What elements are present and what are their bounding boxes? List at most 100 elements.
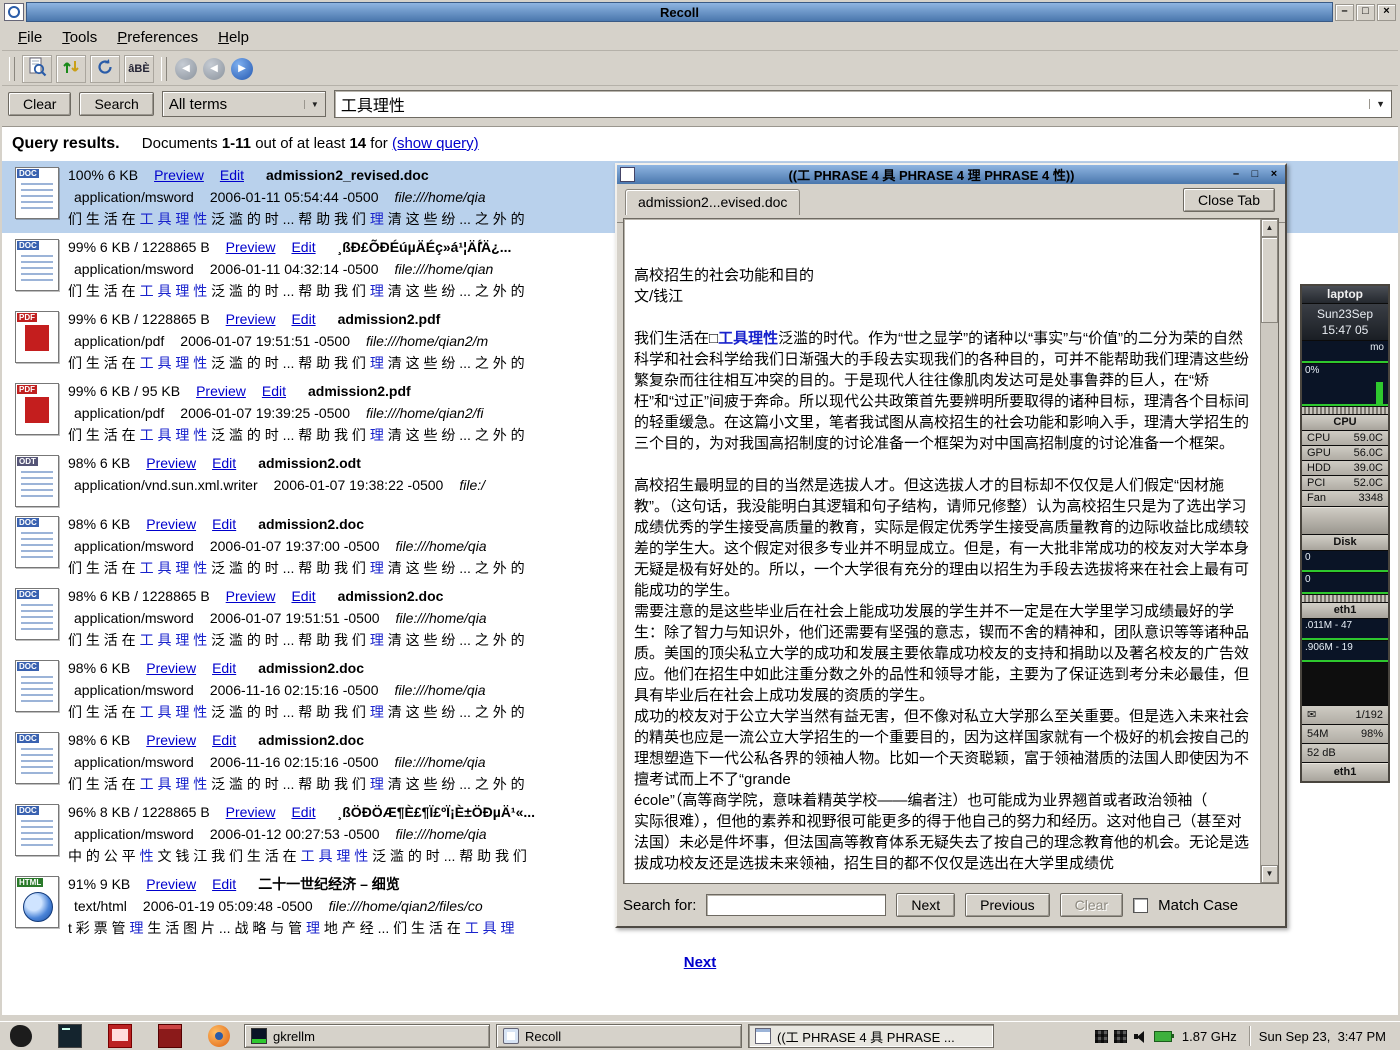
gkrellm-cpu-chart[interactable]: 0% <box>1302 364 1388 406</box>
close-tab-button[interactable]: Close Tab <box>1183 188 1275 212</box>
gkrellm-net-chart[interactable]: .906M - 19 <box>1302 641 1388 662</box>
minimize-button[interactable]: – <box>1335 4 1354 21</box>
sort-by-dates-button[interactable] <box>56 55 86 83</box>
find-previous-button[interactable]: Previous <box>965 893 1049 917</box>
search-mode-select[interactable]: All terms ▼ <box>162 91 326 117</box>
result-edit-link[interactable]: Edit <box>212 732 236 748</box>
next-page-button[interactable]: ▶ <box>230 57 254 81</box>
result-preview-link[interactable]: Preview <box>146 455 196 471</box>
maximize-button[interactable]: □ <box>1356 4 1375 21</box>
titlebar[interactable]: Recoll – □ × <box>2 2 1398 22</box>
battery-icon[interactable] <box>1154 1031 1172 1042</box>
systray-grid-icon[interactable] <box>1114 1030 1127 1043</box>
show-query-link[interactable]: (show query) <box>392 135 479 152</box>
preview-tab[interactable]: admission2...evised.doc <box>625 189 800 215</box>
result-edit-link[interactable]: Edit <box>291 588 315 604</box>
menu-item-tools[interactable]: Tools <box>52 26 107 49</box>
first-page-button[interactable]: ◀ <box>174 57 198 81</box>
gkrellm-disk-chart[interactable]: 0 <box>1302 551 1388 572</box>
find-input[interactable] <box>706 894 886 916</box>
next-page-link[interactable]: Next <box>684 954 717 971</box>
result-preview-link[interactable]: Preview <box>226 239 276 255</box>
result-preview-link[interactable]: Preview <box>146 516 196 532</box>
match-case-checkbox[interactable] <box>1133 898 1148 913</box>
result-edit-link[interactable]: Edit <box>262 383 286 399</box>
scroll-down-arrow[interactable]: ▼ <box>1261 865 1278 883</box>
gkrellm-clock[interactable]: Sun23Sep 15:47 05 <box>1302 304 1388 340</box>
preview-titlebar[interactable]: ((工 PHRASE 4 具 PHRASE 4 理 PHRASE 4 性)) –… <box>617 165 1285 184</box>
volume-icon[interactable] <box>1133 1029 1148 1044</box>
scrollbar-thumb[interactable] <box>1261 237 1278 323</box>
clear-button[interactable]: Clear <box>8 92 71 116</box>
gkrellm-proc-label: mo <box>1370 342 1384 353</box>
gkrellm-date: Sun23Sep <box>1302 306 1388 322</box>
taskbar-task-document[interactable]: ((工 PHRASE 4 具 PHRASE ... <box>748 1024 994 1048</box>
result-edit-link[interactable]: Edit <box>212 660 236 676</box>
gkrellm-timer-button[interactable]: eth1 <box>1302 763 1388 781</box>
result-mimetype: application/msword <box>74 682 194 698</box>
gkrellm-sensor-row[interactable]: CPU59.0C <box>1302 431 1388 445</box>
app-menu-icon[interactable] <box>10 1025 32 1047</box>
gkrellm-net-label: eth1 <box>1302 603 1388 618</box>
result-edit-link[interactable]: Edit <box>212 455 236 471</box>
result-preview-link[interactable]: Preview <box>146 732 196 748</box>
document-magnifier-icon <box>27 57 47 80</box>
scroll-up-arrow[interactable]: ▲ <box>1261 219 1278 237</box>
result-preview-link[interactable]: Preview <box>226 804 276 820</box>
search-button[interactable]: Search <box>79 92 153 116</box>
preview-minimize-button[interactable]: – <box>1228 167 1244 182</box>
keyboard-layout-icon[interactable] <box>1095 1030 1108 1043</box>
gkrellm-disk-chart[interactable]: 0 <box>1302 573 1388 594</box>
preview-text[interactable]: 高校招生的社会功能和目的文/钱江 我们生活在□工具理性泛滥的时代。作为“世之显学… <box>624 219 1260 883</box>
result-preview-link[interactable]: Preview <box>226 311 276 327</box>
titlebar-caption[interactable]: Recoll <box>26 2 1333 22</box>
result-preview-link[interactable]: Preview <box>154 167 204 183</box>
gkrellm-sensor-row[interactable]: PCI52.0C <box>1302 476 1388 490</box>
term-explorer-icon: âBÈ <box>128 63 149 75</box>
document-icon <box>755 1028 771 1044</box>
gkrellm-cpu-load: 0% <box>1305 365 1319 376</box>
recoll-app-icon <box>4 3 24 21</box>
taskbar-task-gkrellm[interactable]: gkrellm <box>244 1024 490 1048</box>
screenshot-launcher-icon[interactable] <box>108 1024 132 1048</box>
find-clear-button[interactable]: Clear <box>1060 893 1123 917</box>
result-date: 2006-01-12 00:27:53 -0500 <box>210 826 380 842</box>
taskbar-task-recoll[interactable]: Recoll <box>496 1024 742 1048</box>
firefox-launcher-icon[interactable] <box>208 1025 230 1047</box>
menu-item-preferences[interactable]: Preferences <box>107 26 208 49</box>
result-edit-link[interactable]: Edit <box>291 239 315 255</box>
package-launcher-icon[interactable] <box>158 1024 182 1048</box>
result-edit-link[interactable]: Edit <box>291 311 315 327</box>
terminal-launcher-icon[interactable] <box>58 1024 82 1048</box>
gkrellm-fan-row[interactable]: Fan3348 <box>1302 491 1388 506</box>
gkrellm-proc-chart[interactable]: mo <box>1302 341 1388 363</box>
result-edit-link[interactable]: Edit <box>220 167 244 183</box>
preview-scrollbar[interactable]: ▲ ▼ <box>1260 219 1278 883</box>
preview-maximize-button[interactable]: □ <box>1247 167 1263 182</box>
gkrellm-sensor-row[interactable]: HDD39.0C <box>1302 461 1388 475</box>
gkrellm-net-chart[interactable]: .011M - 47 <box>1302 619 1388 640</box>
gkrellm-volume-row[interactable]: 52 dB <box>1302 744 1388 762</box>
result-edit-link[interactable]: Edit <box>291 804 315 820</box>
gkrellm-mail-row[interactable]: ✉ 1/192 <box>1302 706 1388 724</box>
menu-item-file[interactable]: File <box>8 26 52 49</box>
result-edit-link[interactable]: Edit <box>212 876 236 892</box>
update-index-button[interactable] <box>90 55 120 83</box>
search-input[interactable]: 工具理性 ▼ <box>334 90 1392 118</box>
preview-text-line: 成功的校友对于公立大学当然有益无害，但不像对私立大学那么至关重要。但是选入未来社… <box>634 706 1250 790</box>
result-preview-link[interactable]: Preview <box>196 383 246 399</box>
gkrellm-hostname[interactable]: laptop <box>1302 286 1388 303</box>
result-preview-link[interactable]: Preview <box>146 876 196 892</box>
find-next-button[interactable]: Next <box>896 893 955 917</box>
close-button[interactable]: × <box>1377 4 1396 21</box>
menu-item-help[interactable]: Help <box>208 26 259 49</box>
result-edit-link[interactable]: Edit <box>212 516 236 532</box>
gkrellm-memory-row[interactable]: 54M98% <box>1302 725 1388 743</box>
preview-close-button[interactable]: × <box>1266 167 1282 182</box>
term-explorer-button[interactable]: âBÈ <box>124 55 154 83</box>
result-preview-link[interactable]: Preview <box>146 660 196 676</box>
previous-page-button[interactable]: ◀ <box>202 57 226 81</box>
show-query-detail-button[interactable] <box>22 55 52 83</box>
result-preview-link[interactable]: Preview <box>226 588 276 604</box>
gkrellm-sensor-row[interactable]: GPU56.0C <box>1302 446 1388 460</box>
